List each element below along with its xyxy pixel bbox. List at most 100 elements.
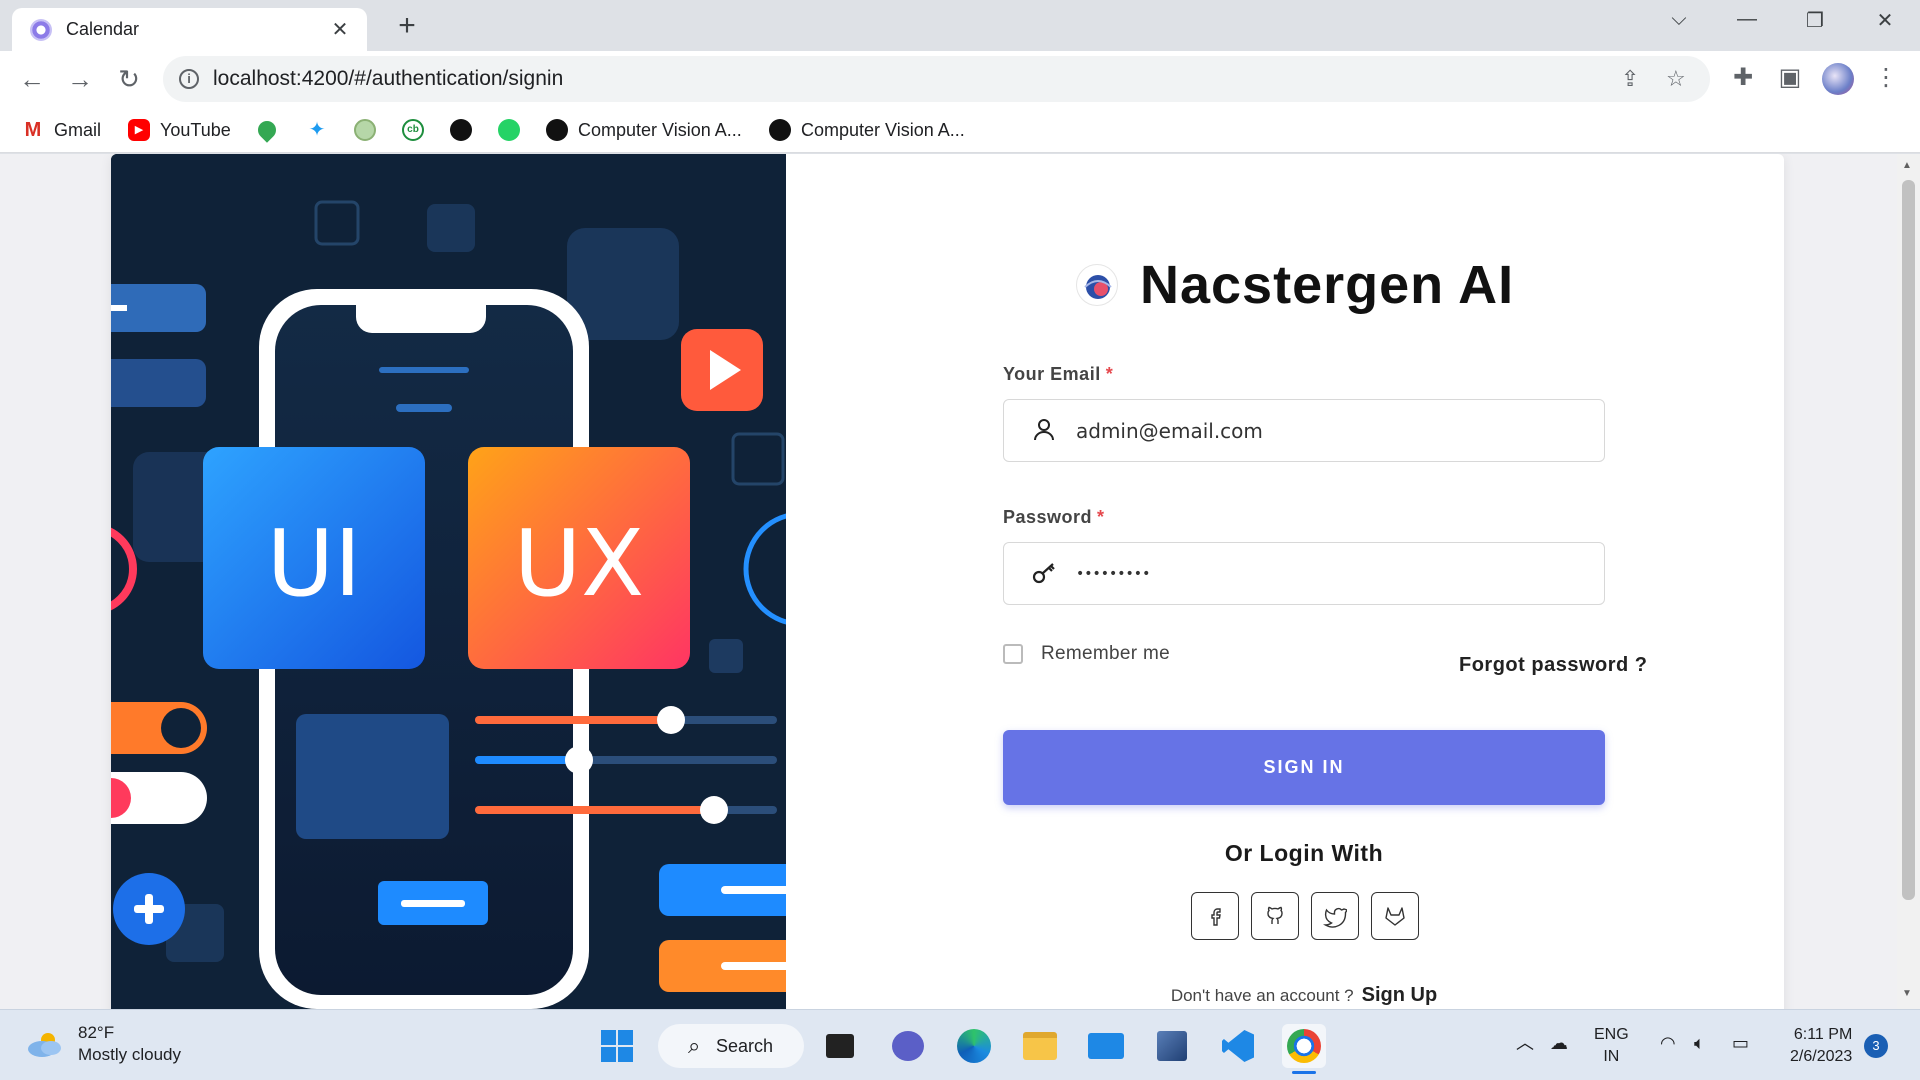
wifi-icon[interactable]: ◠ bbox=[1660, 1032, 1676, 1054]
vscode-button[interactable] bbox=[1216, 1024, 1260, 1068]
bookmark-twitter[interactable]: ✦ bbox=[306, 115, 338, 145]
scroll-down-icon[interactable]: ▼ bbox=[1902, 988, 1912, 999]
password-field[interactable] bbox=[1003, 542, 1605, 605]
site-info-icon[interactable]: i bbox=[179, 69, 199, 89]
extensions-icon[interactable]: ✚ bbox=[1727, 63, 1759, 92]
bookmark-youtube[interactable]: ▶ YouTube bbox=[128, 115, 231, 145]
sign-up-link[interactable]: Sign Up bbox=[1362, 984, 1438, 1006]
clock[interactable]: 6:11 PM 2/6/2023 bbox=[1790, 1024, 1852, 1068]
bookmark-whatsapp[interactable] bbox=[498, 115, 530, 145]
back-button[interactable]: ← bbox=[16, 63, 48, 95]
facebook-login-button[interactable] bbox=[1191, 892, 1239, 940]
bookmark-computer-vision-2[interactable]: Computer Vision A... bbox=[769, 115, 965, 145]
gmail-icon: M bbox=[22, 119, 44, 141]
bookmark-maps[interactable] bbox=[254, 115, 286, 145]
maps-icon bbox=[254, 117, 280, 143]
bookmark-computer-vision-1[interactable]: Computer Vision A... bbox=[546, 115, 742, 145]
show-hidden-icons[interactable]: ︿ bbox=[1516, 1032, 1534, 1054]
weather-widget[interactable]: 82°F Mostly cloudy bbox=[24, 1022, 181, 1066]
bookmark-gmail[interactable]: M Gmail bbox=[22, 115, 101, 145]
page-scrollbar[interactable]: ▲ ▼ bbox=[1897, 154, 1920, 1009]
remote-desktop-button[interactable] bbox=[1150, 1024, 1194, 1068]
windows-logo-icon bbox=[601, 1030, 633, 1062]
lang-code: ENG bbox=[1594, 1026, 1629, 1043]
clock-time: 6:11 PM bbox=[1793, 1026, 1853, 1043]
remember-label: Remember me bbox=[1041, 643, 1170, 664]
portal-icon bbox=[354, 119, 376, 141]
restore-button[interactable]: ❐ bbox=[1792, 8, 1838, 38]
user-icon bbox=[1034, 419, 1054, 441]
battery-icon[interactable]: ▭ bbox=[1732, 1032, 1749, 1054]
file-explorer-button[interactable] bbox=[1018, 1024, 1062, 1068]
sign-in-button[interactable]: SIGN IN bbox=[1003, 730, 1605, 805]
bookmark-cb[interactable]: cb bbox=[402, 115, 434, 145]
new-tab-button[interactable]: + bbox=[390, 10, 424, 44]
tab-strip: Calendar ✕ + ⌵ — ❐ ✕ bbox=[0, 0, 1920, 51]
bookmark-portal[interactable] bbox=[354, 115, 386, 145]
no-account-text: Don't have an account ? bbox=[1170, 986, 1354, 1005]
ux-tile-label: UX bbox=[514, 510, 644, 617]
forgot-password-link[interactable]: Forgot password ? bbox=[1459, 654, 1648, 677]
brand-title: Nacstergen AI bbox=[1140, 255, 1515, 315]
calendar-favicon-icon bbox=[30, 18, 52, 41]
weather-condition: Mostly cloudy bbox=[78, 1045, 181, 1064]
scroll-thumb[interactable] bbox=[1902, 180, 1915, 900]
social-login-buttons bbox=[1191, 892, 1419, 940]
teams-chat-button[interactable] bbox=[886, 1024, 930, 1068]
forward-button[interactable]: → bbox=[64, 63, 96, 95]
key-icon bbox=[1032, 563, 1055, 584]
windows-start-button[interactable] bbox=[595, 1024, 639, 1068]
chrome-icon bbox=[1287, 1029, 1321, 1063]
twitter-icon: ✦ bbox=[308, 119, 326, 141]
menu-kebab-icon[interactable]: ⋮ bbox=[1870, 63, 1902, 92]
edge-button[interactable] bbox=[952, 1024, 996, 1068]
gitlab-login-button[interactable] bbox=[1371, 892, 1419, 940]
cv-icon bbox=[546, 119, 568, 141]
edge-icon bbox=[957, 1029, 991, 1063]
side-panel-icon[interactable]: ▣ bbox=[1774, 63, 1806, 92]
vscode-icon bbox=[1222, 1030, 1254, 1062]
profile-avatar[interactable] bbox=[1822, 63, 1854, 95]
tab-title: Calendar bbox=[66, 19, 140, 39]
chrome-button[interactable] bbox=[1282, 1024, 1326, 1074]
password-input[interactable] bbox=[1076, 543, 1586, 604]
mail-button[interactable] bbox=[1084, 1024, 1128, 1068]
bookmark-github[interactable] bbox=[450, 115, 482, 145]
facebook-icon bbox=[1211, 908, 1221, 926]
github-icon bbox=[450, 119, 472, 141]
illustration-svg: UI UX bbox=[111, 154, 786, 1009]
github-login-button[interactable] bbox=[1251, 892, 1299, 940]
teams-icon bbox=[892, 1031, 924, 1061]
email-input[interactable] bbox=[1076, 400, 1586, 461]
search-icon: ⌕ bbox=[688, 1033, 701, 1058]
input-language[interactable]: ENG IN bbox=[1594, 1024, 1629, 1068]
twitter-login-button[interactable] bbox=[1311, 892, 1359, 940]
bookmark-star-icon[interactable]: ☆ bbox=[1666, 66, 1686, 92]
task-view-button[interactable] bbox=[818, 1024, 862, 1068]
tab-search-chevron-icon[interactable]: ⌵ bbox=[1656, 8, 1702, 38]
gitlab-icon bbox=[1385, 907, 1405, 926]
scroll-up-icon[interactable]: ▲ bbox=[1902, 160, 1912, 171]
notification-badge[interactable]: 3 bbox=[1864, 1034, 1888, 1058]
remember-checkbox[interactable] bbox=[1003, 644, 1023, 664]
address-bar[interactable]: i localhost:4200/#/authentication/signin… bbox=[163, 56, 1710, 102]
taskbar-search[interactable]: ⌕ Search bbox=[658, 1024, 804, 1068]
reload-button[interactable]: ↻ bbox=[113, 63, 145, 95]
close-window-button[interactable]: ✕ bbox=[1862, 8, 1908, 38]
url-text: localhost:4200/#/authentication/signin bbox=[213, 67, 564, 90]
minimize-button[interactable]: — bbox=[1724, 8, 1770, 38]
tab-calendar[interactable]: Calendar ✕ bbox=[12, 8, 367, 51]
active-indicator bbox=[1292, 1071, 1316, 1074]
bookmark-label: Computer Vision A... bbox=[578, 119, 742, 140]
search-label: Search bbox=[716, 1035, 774, 1056]
share-icon[interactable]: ⇪ bbox=[1621, 66, 1639, 92]
signin-form: Nacstergen AI Your Email* Password* bbox=[786, 154, 1784, 1009]
onedrive-icon[interactable]: ☁ bbox=[1550, 1032, 1568, 1054]
close-tab-icon[interactable]: ✕ bbox=[327, 17, 353, 42]
remember-me[interactable]: Remember me bbox=[1003, 643, 1170, 665]
volume-icon[interactable]: 🔈︎ bbox=[1694, 1032, 1705, 1054]
windows-taskbar: 82°F Mostly cloudy ⌕ Search ︿ ☁ ENG IN ◠… bbox=[0, 1009, 1920, 1080]
email-field[interactable] bbox=[1003, 399, 1605, 462]
cv-icon bbox=[769, 119, 791, 141]
email-label: Your Email * bbox=[1003, 364, 1114, 384]
